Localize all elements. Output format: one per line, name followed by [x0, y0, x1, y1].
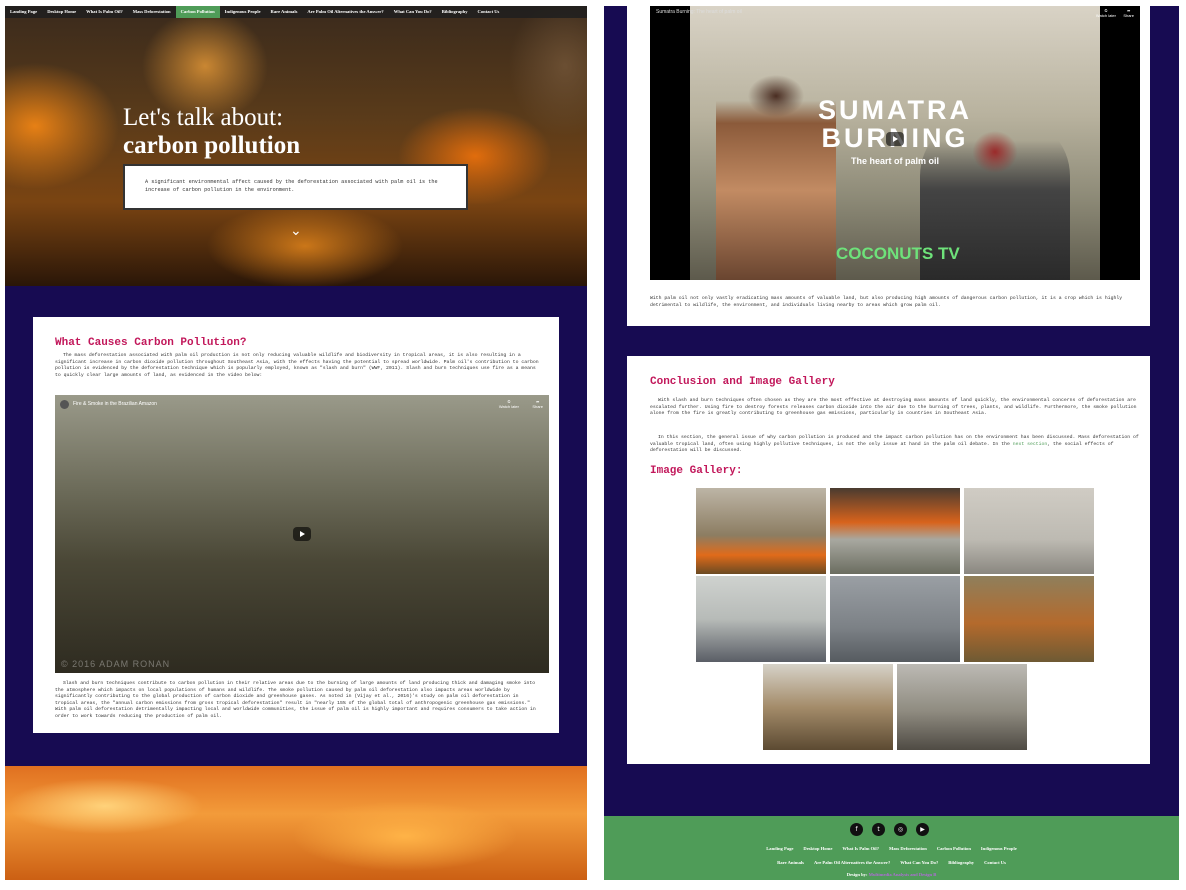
video-title: Fire & Smoke in the Brazilian Amazon: [73, 401, 157, 407]
gallery-image-8[interactable]: [897, 664, 1027, 750]
play-icon[interactable]: [886, 132, 904, 146]
causes-heading: What Causes Carbon Pollution?: [55, 337, 247, 349]
watch-later-button[interactable]: ⏲ Watch later: [499, 399, 519, 409]
nav-item-contact[interactable]: Contact Us: [473, 6, 505, 18]
nav-item-mass-deforestation[interactable]: Mass Deforestation: [128, 6, 176, 18]
channel-avatar: [60, 400, 69, 409]
share-button[interactable]: ➦ Share: [532, 399, 543, 409]
nav-item-indigenous-people[interactable]: Indigenous People: [220, 6, 266, 18]
nav-item-alternatives[interactable]: Are Palm Oil Alternatives the Answer?: [302, 6, 388, 18]
twitter-icon[interactable]: t: [872, 823, 885, 836]
letterbox-left: [650, 6, 690, 280]
conclusion-heading: Conclusion and Image Gallery: [650, 376, 835, 388]
coconuts-tv-logo: COCONUTS TV: [836, 244, 960, 263]
conclusion-paragraph-1: With slash and burn techniques often cho…: [650, 398, 1137, 417]
sumatra-card: Sumatra Burning: The heart of palm oil ⏲…: [627, 6, 1150, 326]
footer: f t ◎ ▶ Landing Page Desktop Home What I…: [604, 816, 1179, 880]
gallery-image-1[interactable]: [696, 488, 826, 574]
gallery-image-6[interactable]: [964, 576, 1094, 662]
footer-link[interactable]: Mass Deforestation: [889, 846, 927, 851]
sumatra-burning-video[interactable]: Sumatra Burning: The heart of palm oil ⏲…: [650, 6, 1140, 280]
page-left: Let's talk about: carbon pollution A sig…: [5, 6, 587, 880]
play-icon[interactable]: [293, 527, 311, 541]
hero-title-line2: carbon pollution: [123, 132, 301, 159]
gallery-image-5[interactable]: [830, 576, 960, 662]
footer-link[interactable]: What Is Palm Oil?: [842, 846, 879, 851]
woman-with-child-photo: [716, 56, 836, 280]
footer-link[interactable]: What Can You Do?: [900, 860, 938, 865]
watch-later-button[interactable]: ⏲ Watch later: [1096, 8, 1116, 18]
footer-link[interactable]: Desktop Home: [803, 846, 832, 851]
video-watermark: © 2016 ADAM RONAN: [61, 659, 171, 669]
nav-item-what-is-palm-oil[interactable]: What Is Palm Oil?: [81, 6, 128, 18]
nav-item-rare-animals[interactable]: Rare Animals: [266, 6, 303, 18]
footer-link[interactable]: Contact Us: [984, 860, 1006, 865]
footer-link[interactable]: Rare Animals: [777, 860, 804, 865]
footer-link[interactable]: Bibliography: [948, 860, 974, 865]
facebook-icon[interactable]: f: [850, 823, 863, 836]
page-right: Sumatra Burning: The heart of palm oil ⏲…: [604, 6, 1179, 880]
amazon-fire-video[interactable]: Fire & Smoke in the Brazilian Amazon ⏲ Wa…: [55, 395, 549, 673]
nav-item-carbon-pollution[interactable]: Carbon Pollution: [175, 6, 220, 18]
nav-item-bibliography[interactable]: Bibliography: [437, 6, 473, 18]
conclusion-paragraph-2: In this section, the general issue of wh…: [650, 435, 1139, 454]
video-tagline: The heart of palm oil: [850, 156, 939, 166]
causes-card: What Causes Carbon Pollution? The mass d…: [33, 317, 559, 733]
nav-item-what-can-you-do[interactable]: What Can You Do?: [389, 6, 437, 18]
gallery-image-7[interactable]: [763, 664, 893, 750]
youtube-icon[interactable]: ▶: [916, 823, 929, 836]
conclusion-card: Conclusion and Image Gallery With slash …: [627, 356, 1150, 764]
video-title: Sumatra Burning: The heart of palm oil: [656, 9, 742, 15]
footer-link[interactable]: Landing Page: [766, 846, 793, 851]
causes-paragraph-1: The mass deforestation associated with p…: [55, 353, 539, 378]
causes-paragraph-2: Slash and burn techniques contribute to …: [55, 681, 536, 719]
next-section-link[interactable]: next section: [1013, 442, 1048, 447]
footer-link[interactable]: Indigenous People: [981, 846, 1017, 851]
footer-nav-row-2: Rare Animals Are Palm Oil Alternatives t…: [604, 860, 1179, 865]
chevron-down-icon[interactable]: ⌄: [290, 224, 304, 238]
nav-item-desktop-home[interactable]: Desktop Home: [42, 6, 81, 18]
gallery-image-3[interactable]: [964, 488, 1094, 574]
footer-link[interactable]: Carbon Pollution: [937, 846, 971, 851]
gallery-image-2[interactable]: [830, 488, 960, 574]
gallery-image-4[interactable]: [696, 576, 826, 662]
share-button[interactable]: ➦ Share: [1123, 8, 1134, 18]
hero-title-line1: Let's talk about:: [123, 104, 284, 131]
nav-item-landing[interactable]: Landing Page: [5, 6, 42, 18]
design-credit: Design by: Multimedia Analysis and Desig…: [846, 872, 937, 877]
fire-banner-image: [5, 766, 587, 880]
top-nav: Landing Page Desktop Home What Is Palm O…: [5, 6, 587, 18]
hero-summary: A significant environmental affect cause…: [123, 164, 468, 210]
letterbox-right: [1100, 6, 1140, 280]
hero-banner: Let's talk about: carbon pollution A sig…: [5, 6, 587, 286]
footer-link[interactable]: Are Palm Oil Alternatives the Answer?: [814, 860, 890, 865]
footer-nav-row-1: Landing Page Desktop Home What Is Palm O…: [604, 846, 1179, 851]
gallery-heading: Image Gallery:: [650, 465, 743, 477]
instagram-icon[interactable]: ◎: [894, 823, 907, 836]
sumatra-caption: With palm oil not only vastly eradicatin…: [650, 296, 1123, 308]
